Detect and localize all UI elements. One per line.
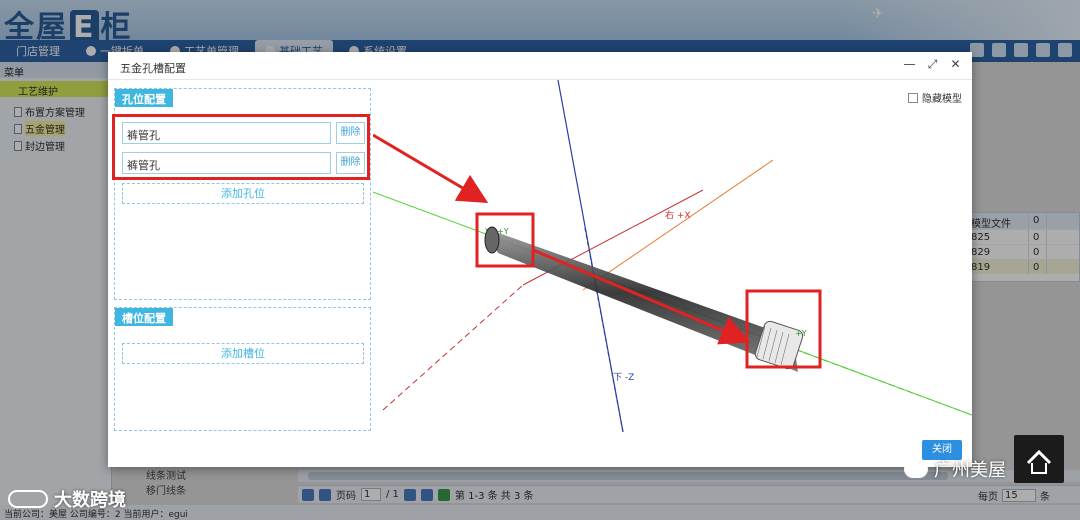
home-arrow-icon — [1026, 449, 1052, 474]
watermark-left: 大数跨境 — [8, 486, 126, 512]
hide-model-checkbox[interactable] — [908, 92, 918, 103]
add-hole-button[interactable]: 添加孔位 — [122, 183, 364, 204]
watermark-right: 广州美屋 — [904, 456, 1006, 482]
hide-model-toggle[interactable]: 隐藏模型 — [908, 90, 962, 105]
window-controls: — ⤢ ✕ — [903, 58, 962, 71]
slot-config-label: 槽位配置 — [115, 308, 173, 326]
axis-label-z: 下 -Z — [613, 373, 634, 383]
x-axis-red-dashed — [382, 284, 524, 411]
maximize-icon[interactable]: ⤢ — [926, 58, 939, 71]
hole-config-label: 孔位配置 — [115, 89, 173, 107]
close-icon[interactable]: ✕ — [949, 58, 962, 71]
3d-scene[interactable]: 右 +X 下 -Z +Y +Y — [373, 80, 972, 432]
highlight-box-inputs — [112, 114, 370, 180]
axis-label-x: 右 +X — [665, 209, 691, 221]
minimize-icon[interactable]: — — [903, 58, 916, 71]
brand-logo-icon — [8, 490, 48, 508]
slot-config-panel: 槽位配置 添加槽位 — [114, 307, 371, 431]
annotation-arrow-2 — [532, 248, 751, 345]
scroll-to-top-button[interactable] — [1014, 435, 1064, 483]
annotation-arrow-1 — [373, 133, 489, 204]
hide-model-label: 隐藏模型 — [922, 94, 962, 105]
add-slot-button[interactable]: 添加槽位 — [122, 343, 364, 364]
x-axis-orange — [582, 159, 774, 291]
axis-label-y-end: +Y — [795, 329, 807, 338]
dialog-titlebar: 五金孔槽配置 — ⤢ ✕ — [108, 52, 972, 80]
axis-label-y-start: +Y — [497, 227, 509, 236]
3d-model-viewer[interactable]: 右 +X 下 -Z +Y +Y 隐藏模型 — [373, 80, 972, 432]
wechat-icon — [904, 460, 928, 478]
dialog-title: 五金孔槽配置 — [120, 62, 186, 75]
hardware-hole-slot-dialog: 五金孔槽配置 — ⤢ ✕ 孔位配置 裤管孔 删除 裤管孔 删除 添加孔位 槽位配… — [108, 52, 972, 467]
